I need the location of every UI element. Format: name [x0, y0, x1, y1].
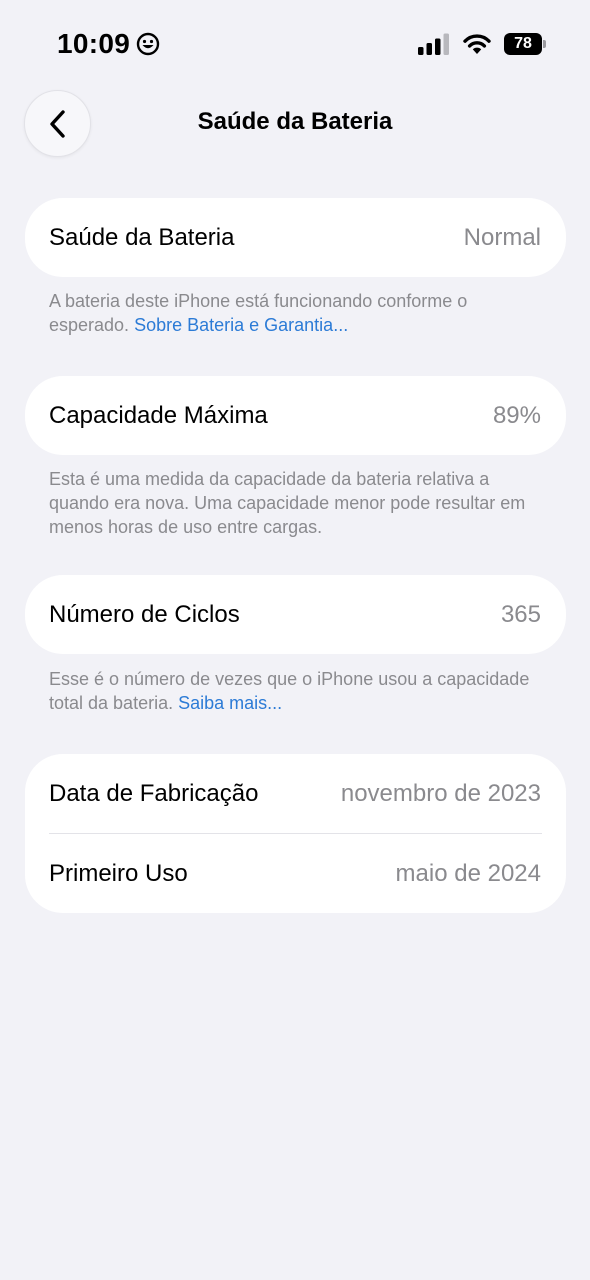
cycle-count-label: Número de Ciclos — [49, 600, 240, 628]
wifi-icon — [463, 34, 491, 54]
battery-health-row[interactable]: Saúde da Bateria Normal — [25, 198, 566, 277]
manufacture-date-value: novembro de 2023 — [340, 779, 541, 807]
max-capacity-footnote: Esta é uma medida da capacidade da bater… — [49, 467, 549, 539]
battery-level: 78 — [504, 33, 542, 55]
max-capacity-footnote-text: Esta é uma medida da capacidade da bater… — [49, 469, 526, 537]
status-bar: 10:09 78 — [0, 0, 590, 90]
cycle-count-value: 365 — [500, 600, 541, 628]
cycle-count-card: Número de Ciclos 365 — [25, 575, 566, 654]
first-use-value: maio de 2024 — [395, 859, 541, 887]
max-capacity-card: Capacidade Máxima 89% — [25, 376, 566, 455]
cellular-signal-icon — [418, 33, 449, 55]
battery-health-card[interactable]: Saúde da Bateria Normal — [25, 198, 566, 277]
max-capacity-value: 89% — [492, 401, 541, 429]
dates-card: Data de Fabricação novembro de 2023 Prim… — [25, 754, 566, 913]
first-use-label: Primeiro Uso — [49, 859, 188, 887]
cycle-count-row: Número de Ciclos 365 — [25, 575, 566, 654]
status-time-text: 10:09 — [57, 28, 131, 59]
cycle-count-footnote: Esse é o número de vezes que o iPhone us… — [49, 667, 549, 715]
battery-health-label: Saúde da Bateria — [49, 223, 235, 251]
cycle-count-footnote-text: Esse é o número de vezes que o iPhone us… — [49, 669, 530, 713]
manufacture-date-label: Data de Fabricação — [49, 779, 259, 807]
status-icons: 78 — [418, 33, 546, 55]
battery-health-footnote: A bateria deste iPhone está funcionando … — [49, 289, 549, 337]
smiley-icon — [136, 32, 160, 56]
page-title: Saúde da Bateria — [197, 108, 393, 135]
battery-health-value: Normal — [463, 223, 541, 251]
max-capacity-label: Capacidade Máxima — [49, 401, 268, 429]
battery-icon: 78 — [504, 33, 546, 55]
battery-warranty-link[interactable]: Sobre Bateria e Garantia... — [134, 315, 348, 335]
first-use-row: Primeiro Uso maio de 2024 — [25, 834, 566, 913]
status-time: 10:09 — [57, 28, 160, 60]
learn-more-link[interactable]: Saiba mais... — [178, 693, 282, 713]
navigation-bar: Saúde da Bateria — [0, 88, 590, 158]
manufacture-date-row: Data de Fabricação novembro de 2023 — [25, 754, 566, 833]
max-capacity-row: Capacidade Máxima 89% — [25, 376, 566, 455]
